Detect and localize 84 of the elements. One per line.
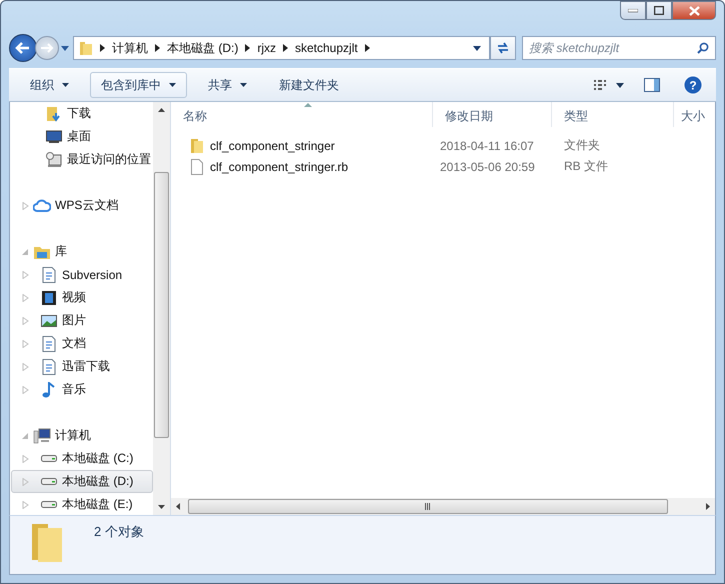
- back-arrow-icon: [15, 41, 31, 55]
- cloud-icon: [33, 198, 51, 214]
- table-cell-text: 2013-05-06 20:59: [439, 160, 536, 174]
- drive-icon: [41, 455, 57, 462]
- search-icon: [697, 42, 709, 54]
- close-button[interactable]: [672, 1, 716, 20]
- nav-item[interactable]: 本地磁盘 (C:): [11, 447, 153, 470]
- file-icon: [190, 158, 204, 174]
- document-icon: [41, 358, 57, 374]
- column-header[interactable]: 大小: [674, 102, 714, 127]
- forward-arrow-icon: [40, 42, 54, 54]
- back-button[interactable]: [9, 34, 37, 62]
- chevron-icon[interactable]: [155, 44, 160, 52]
- caret-icon[interactable]: [61, 46, 69, 50]
- scroll-thumb[interactable]: [154, 172, 169, 438]
- scroll-left-icon[interactable]: [176, 503, 180, 510]
- table-cell-text: 2018-04-11 16:07: [439, 138, 535, 152]
- column-header[interactable]: 类型: [552, 102, 674, 127]
- scroll-down-icon[interactable]: [158, 505, 165, 509]
- column-header[interactable]: 修改日期: [433, 102, 552, 127]
- help-icon[interactable]: ?: [684, 76, 702, 94]
- refresh-button[interactable]: [490, 36, 516, 60]
- folder-icon: [30, 522, 64, 562]
- nav-item[interactable]: WPS云文档: [55, 197, 118, 214]
- sort-arrow-icon: [304, 103, 312, 107]
- vertical-scrollbar[interactable]: [153, 102, 170, 515]
- drive-icon: [41, 501, 57, 508]
- nav-item[interactable]: 本地磁盘 (E:): [11, 493, 153, 515]
- chevron-icon[interactable]: [100, 44, 105, 52]
- item-count: 2 个对象: [94, 523, 144, 541]
- breadcrumb-item[interactable]: rjxz: [257, 41, 276, 55]
- table-cell-text: 文件夹: [563, 137, 601, 154]
- toolbar-button[interactable]: 新建文件夹: [268, 72, 350, 98]
- file-name[interactable]: clf_component_stringer: [210, 138, 335, 152]
- refresh-icon: [496, 41, 510, 55]
- nav-item[interactable]: 下载: [11, 102, 153, 125]
- toolbar-button[interactable]: 包含到库中: [90, 72, 187, 98]
- minimize-button[interactable]: [620, 1, 646, 20]
- document-icon: [41, 266, 57, 282]
- chevron-icon[interactable]: [283, 44, 288, 52]
- nav-item[interactable]: 本地磁盘 (D:): [11, 470, 153, 493]
- computer-icon: [33, 428, 51, 444]
- nav-item[interactable]: 最近访问的位置: [11, 148, 153, 171]
- scroll-up-icon[interactable]: [158, 108, 165, 112]
- nav-item[interactable]: 图片: [11, 309, 153, 332]
- toolbar-button[interactable]: 组织: [19, 72, 80, 98]
- view-list-icon[interactable]: [594, 79, 608, 91]
- nav-item[interactable]: 视频: [11, 286, 153, 309]
- breadcrumb-item[interactable]: sketchupzjlt: [295, 41, 358, 55]
- folder-icon: [190, 138, 204, 154]
- breadcrumb-item[interactable]: 本地磁盘 (D:): [167, 40, 238, 56]
- close-icon: [688, 6, 700, 16]
- maximize-icon: [654, 6, 664, 15]
- download-folder-icon: [46, 106, 62, 122]
- chevron-icon[interactable]: [245, 44, 250, 52]
- chevron-icon[interactable]: [364, 44, 370, 52]
- folder-icon: [79, 40, 93, 56]
- horizontal-scrollbar[interactable]: [171, 498, 715, 515]
- breadcrumb-item[interactable]: 计算机: [112, 40, 148, 56]
- caret-icon[interactable]: [616, 82, 624, 88]
- picture-icon: [41, 312, 57, 328]
- maximize-button[interactable]: [646, 1, 672, 20]
- nav-item[interactable]: 音乐: [11, 378, 153, 401]
- nav-item[interactable]: Subversion: [11, 263, 153, 286]
- music-note-icon: [41, 382, 57, 398]
- monitor-icon: [46, 128, 62, 144]
- nav-item[interactable]: 桌面: [11, 125, 153, 148]
- preview-pane-icon[interactable]: [644, 78, 660, 92]
- nav-item[interactable]: 库: [55, 243, 67, 260]
- nav-item[interactable]: 计算机: [55, 427, 91, 444]
- scroll-right-icon[interactable]: [706, 503, 710, 510]
- toolbar-button[interactable]: 共享: [197, 72, 258, 98]
- nav-item[interactable]: 文档: [11, 332, 153, 355]
- table-cell-text: RB 文件: [563, 158, 610, 175]
- scroll-thumb[interactable]: [188, 499, 668, 514]
- search-field[interactable]: 搜索 sketchupzjlt: [522, 36, 716, 60]
- nav-item[interactable]: 迅雷下载: [11, 355, 153, 378]
- film-icon: [41, 290, 57, 306]
- dropdown-caret-icon[interactable]: [473, 46, 481, 50]
- drive-icon: [41, 478, 57, 485]
- file-name[interactable]: clf_component_stringer.rb: [210, 160, 348, 174]
- address-bar[interactable]: 计算机 本地磁盘 (D:) rjxz sketchupzjlt: [73, 36, 490, 60]
- document-icon: [41, 336, 57, 352]
- minimize-icon: [628, 8, 638, 12]
